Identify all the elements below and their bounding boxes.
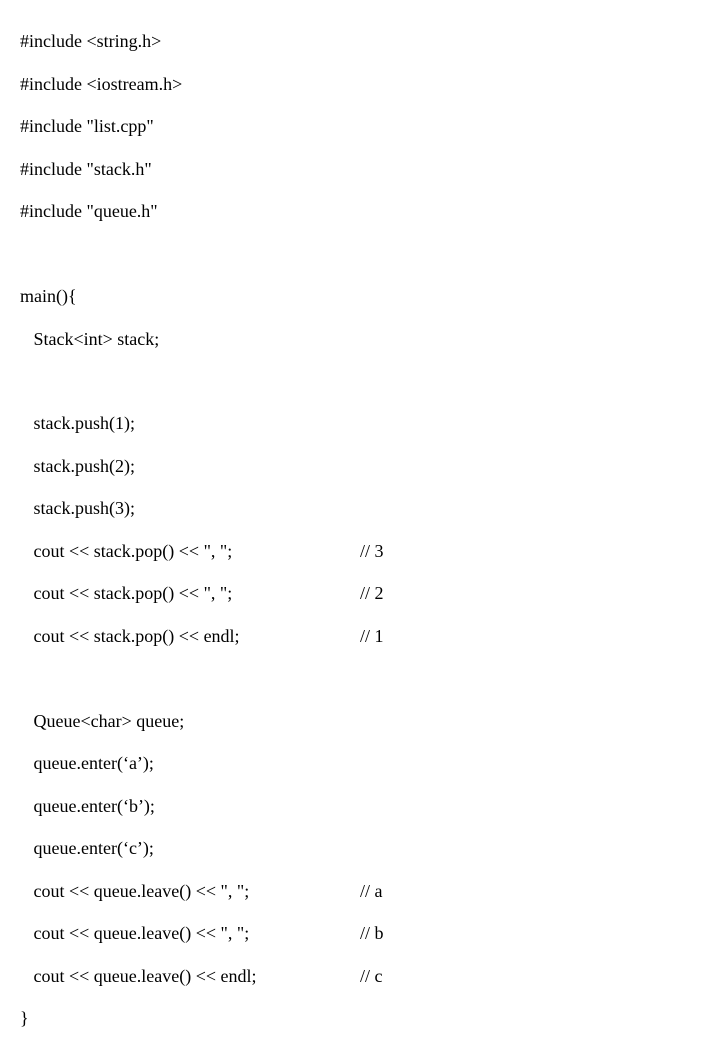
push-line: stack.push(1); [20,413,720,434]
stack-decl: Stack<int> stack; [20,329,720,350]
comment-text: // 2 [360,583,384,604]
enter-line: queue.enter(‘c’); [20,838,720,859]
blank-line [20,244,720,265]
include-line: #include <iostream.h> [20,74,720,95]
enter-line: queue.enter(‘b’); [20,796,720,817]
code-text: cout << stack.pop() << ", "; [20,583,360,604]
code-text: cout << queue.leave() << endl; [20,966,360,987]
main-open: main(){ [20,286,720,307]
comment-text: // 1 [360,626,384,647]
code-text: cout << stack.pop() << endl; [20,626,360,647]
pop-line: cout << stack.pop() << endl;// 1 [20,626,720,647]
include-line: #include "queue.h" [20,201,720,222]
pop-line: cout << stack.pop() << ", ";// 2 [20,583,720,604]
include-line: #include "list.cpp" [20,116,720,137]
push-line: stack.push(3); [20,498,720,519]
leave-line: cout << queue.leave() << ", ";// b [20,923,720,944]
pop-line: cout << stack.pop() << ", ";// 3 [20,541,720,562]
comment-text: // 3 [360,541,384,562]
code-text: cout << queue.leave() << ", "; [20,881,360,902]
comment-text: // c [360,966,383,987]
main-close: } [20,1008,720,1029]
comment-text: // a [360,881,383,902]
code-text: cout << stack.pop() << ", "; [20,541,360,562]
code-listing: #include <string.h> #include <iostream.h… [0,0,720,1050]
queue-decl: Queue<char> queue; [20,711,720,732]
include-line: #include <string.h> [20,31,720,52]
leave-line: cout << queue.leave() << ", ";// a [20,881,720,902]
blank-line [20,668,720,689]
comment-text: // b [360,923,384,944]
enter-line: queue.enter(‘a’); [20,753,720,774]
include-line: #include "stack.h" [20,159,720,180]
push-line: stack.push(2); [20,456,720,477]
code-text: cout << queue.leave() << ", "; [20,923,360,944]
blank-line [20,371,720,392]
leave-line: cout << queue.leave() << endl;// c [20,966,720,987]
